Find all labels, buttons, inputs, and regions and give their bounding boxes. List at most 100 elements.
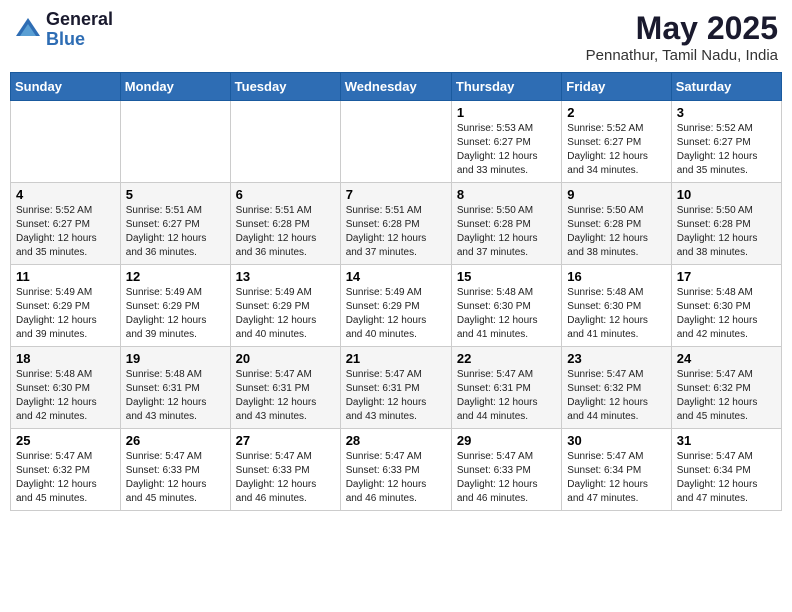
calendar-cell: 20Sunrise: 5:47 AMSunset: 6:31 PMDayligh… xyxy=(230,347,340,429)
day-number: 2 xyxy=(567,105,665,120)
day-number: 27 xyxy=(236,433,335,448)
calendar-cell: 7 Sunrise: 5:51 AMSunset: 6:28 PMDaylight… xyxy=(340,183,451,265)
calendar-cell: 5 Sunrise: 5:51 AMSunset: 6:27 PMDaylight… xyxy=(120,183,230,265)
day-info: Sunrise: 5:48 AMSunset: 6:31 PMDaylight:… xyxy=(126,368,225,424)
day-info: Sunrise: 5:48 AMSunset: 6:30 PMDaylight:… xyxy=(457,286,556,342)
day-info: Sunrise: 5:47 AMSunset: 6:33 PMDaylight:… xyxy=(126,450,225,506)
day-info: Sunrise: 5:52 AMSunset: 6:27 PMDaylight:… xyxy=(16,204,115,260)
day-number: 30 xyxy=(567,433,665,448)
day-number: 24 xyxy=(677,351,776,366)
calendar-cell: 18Sunrise: 5:48 AMSunset: 6:30 PMDayligh… xyxy=(11,347,121,429)
day-number: 28 xyxy=(346,433,446,448)
weekday-header-wednesday: Wednesday xyxy=(340,73,451,101)
day-info: Sunrise: 5:47 AMSunset: 6:33 PMDaylight:… xyxy=(236,450,335,506)
week-row-4: 18Sunrise: 5:48 AMSunset: 6:30 PMDayligh… xyxy=(11,347,782,429)
day-info: Sunrise: 5:47 AMSunset: 6:31 PMDaylight:… xyxy=(457,368,556,424)
calendar-cell: 3Sunrise: 5:52 AMSunset: 6:27 PMDaylight… xyxy=(671,101,781,183)
day-number: 9 xyxy=(567,187,665,202)
day-number: 11 xyxy=(16,269,115,284)
weekday-header-thursday: Thursday xyxy=(451,73,561,101)
day-number: 29 xyxy=(457,433,556,448)
logo: General Blue xyxy=(14,10,113,50)
day-info: Sunrise: 5:49 AMSunset: 6:29 PMDaylight:… xyxy=(126,286,225,342)
weekday-header-friday: Friday xyxy=(562,73,671,101)
weekday-header-monday: Monday xyxy=(120,73,230,101)
day-info: Sunrise: 5:51 AMSunset: 6:28 PMDaylight:… xyxy=(236,204,335,260)
week-row-2: 4Sunrise: 5:52 AMSunset: 6:27 PMDaylight… xyxy=(11,183,782,265)
day-number: 18 xyxy=(16,351,115,366)
day-number: 1 xyxy=(457,105,556,120)
calendar-cell: 21 Sunrise: 5:47 AMSunset: 6:31 PMDayligh… xyxy=(340,347,451,429)
page-header: General Blue May 2025 Pennathur, Tamil N… xyxy=(10,10,782,64)
calendar-cell xyxy=(120,101,230,183)
week-row-3: 11 Sunrise: 5:49 AMSunset: 6:29 PMDayligh… xyxy=(11,265,782,347)
day-info: Sunrise: 5:53 AMSunset: 6:27 PMDaylight:… xyxy=(457,122,556,178)
logo-text: General Blue xyxy=(46,10,113,50)
day-info: Sunrise: 5:51 AMSunset: 6:28 PMDaylight:… xyxy=(346,204,446,260)
day-number: 21 xyxy=(346,351,446,366)
calendar-cell: 31 Sunrise: 5:47 AMSunset: 6:34 PMDayligh… xyxy=(671,429,781,511)
day-info: Sunrise: 5:47 AMSunset: 6:32 PMDaylight:… xyxy=(677,368,776,424)
calendar-cell: 12 Sunrise: 5:49 AMSunset: 6:29 PMDayligh… xyxy=(120,265,230,347)
day-number: 23 xyxy=(567,351,665,366)
day-info: Sunrise: 5:47 AMSunset: 6:33 PMDaylight:… xyxy=(457,450,556,506)
calendar-cell xyxy=(230,101,340,183)
day-number: 19 xyxy=(126,351,225,366)
logo-general: General xyxy=(46,10,113,30)
day-info: Sunrise: 5:51 AMSunset: 6:27 PMDaylight:… xyxy=(126,204,225,260)
day-number: 10 xyxy=(677,187,776,202)
weekday-header-tuesday: Tuesday xyxy=(230,73,340,101)
day-info: Sunrise: 5:48 AMSunset: 6:30 PMDaylight:… xyxy=(677,286,776,342)
calendar-cell: 27 Sunrise: 5:47 AMSunset: 6:33 PMDayligh… xyxy=(230,429,340,511)
day-info: Sunrise: 5:47 AMSunset: 6:34 PMDaylight:… xyxy=(567,450,665,506)
day-number: 22 xyxy=(457,351,556,366)
day-info: Sunrise: 5:49 AMSunset: 6:29 PMDaylight:… xyxy=(16,286,115,342)
weekday-header-row: SundayMondayTuesdayWednesdayThursdayFrid… xyxy=(11,73,782,101)
calendar-cell: 24 Sunrise: 5:47 AMSunset: 6:32 PMDayligh… xyxy=(671,347,781,429)
day-number: 8 xyxy=(457,187,556,202)
day-info: Sunrise: 5:47 AMSunset: 6:31 PMDaylight:… xyxy=(346,368,446,424)
calendar-cell: 28 Sunrise: 5:47 AMSunset: 6:33 PMDayligh… xyxy=(340,429,451,511)
calendar-cell: 25 Sunrise: 5:47 AMSunset: 6:32 PMDayligh… xyxy=(11,429,121,511)
day-number: 14 xyxy=(346,269,446,284)
calendar-cell xyxy=(11,101,121,183)
week-row-5: 25 Sunrise: 5:47 AMSunset: 6:32 PMDayligh… xyxy=(11,429,782,511)
weekday-header-sunday: Sunday xyxy=(11,73,121,101)
calendar-cell: 23Sunrise: 5:47 AMSunset: 6:32 PMDayligh… xyxy=(562,347,671,429)
day-info: Sunrise: 5:50 AMSunset: 6:28 PMDaylight:… xyxy=(457,204,556,260)
logo-icon xyxy=(14,16,42,44)
day-number: 3 xyxy=(677,105,776,120)
day-info: Sunrise: 5:47 AMSunset: 6:34 PMDaylight:… xyxy=(677,450,776,506)
calendar-cell: 15 Sunrise: 5:48 AMSunset: 6:30 PMDayligh… xyxy=(451,265,561,347)
calendar-cell: 2Sunrise: 5:52 AMSunset: 6:27 PMDaylight… xyxy=(562,101,671,183)
day-number: 25 xyxy=(16,433,115,448)
calendar-cell: 10 Sunrise: 5:50 AMSunset: 6:28 PMDayligh… xyxy=(671,183,781,265)
day-number: 5 xyxy=(126,187,225,202)
calendar-cell xyxy=(340,101,451,183)
day-number: 15 xyxy=(457,269,556,284)
day-info: Sunrise: 5:49 AMSunset: 6:29 PMDaylight:… xyxy=(236,286,335,342)
day-info: Sunrise: 5:47 AMSunset: 6:33 PMDaylight:… xyxy=(346,450,446,506)
calendar-cell: 26 Sunrise: 5:47 AMSunset: 6:33 PMDayligh… xyxy=(120,429,230,511)
day-number: 7 xyxy=(346,187,446,202)
day-number: 20 xyxy=(236,351,335,366)
calendar-cell: 13 Sunrise: 5:49 AMSunset: 6:29 PMDayligh… xyxy=(230,265,340,347)
week-row-1: 1 Sunrise: 5:53 AMSunset: 6:27 PMDaylight… xyxy=(11,101,782,183)
day-info: Sunrise: 5:47 AMSunset: 6:32 PMDaylight:… xyxy=(16,450,115,506)
day-number: 13 xyxy=(236,269,335,284)
day-number: 17 xyxy=(677,269,776,284)
day-number: 12 xyxy=(126,269,225,284)
calendar-cell: 29 Sunrise: 5:47 AMSunset: 6:33 PMDayligh… xyxy=(451,429,561,511)
day-info: Sunrise: 5:48 AMSunset: 6:30 PMDaylight:… xyxy=(567,286,665,342)
day-number: 16 xyxy=(567,269,665,284)
day-number: 26 xyxy=(126,433,225,448)
day-info: Sunrise: 5:50 AMSunset: 6:28 PMDaylight:… xyxy=(677,204,776,260)
calendar-cell: 17 Sunrise: 5:48 AMSunset: 6:30 PMDayligh… xyxy=(671,265,781,347)
day-number: 31 xyxy=(677,433,776,448)
day-info: Sunrise: 5:49 AMSunset: 6:29 PMDaylight:… xyxy=(346,286,446,342)
logo-blue: Blue xyxy=(46,30,113,50)
calendar-cell: 19 Sunrise: 5:48 AMSunset: 6:31 PMDayligh… xyxy=(120,347,230,429)
calendar-cell: 14 Sunrise: 5:49 AMSunset: 6:29 PMDayligh… xyxy=(340,265,451,347)
location-subtitle: Pennathur, Tamil Nadu, India xyxy=(586,47,778,64)
calendar-cell: 16 Sunrise: 5:48 AMSunset: 6:30 PMDayligh… xyxy=(562,265,671,347)
